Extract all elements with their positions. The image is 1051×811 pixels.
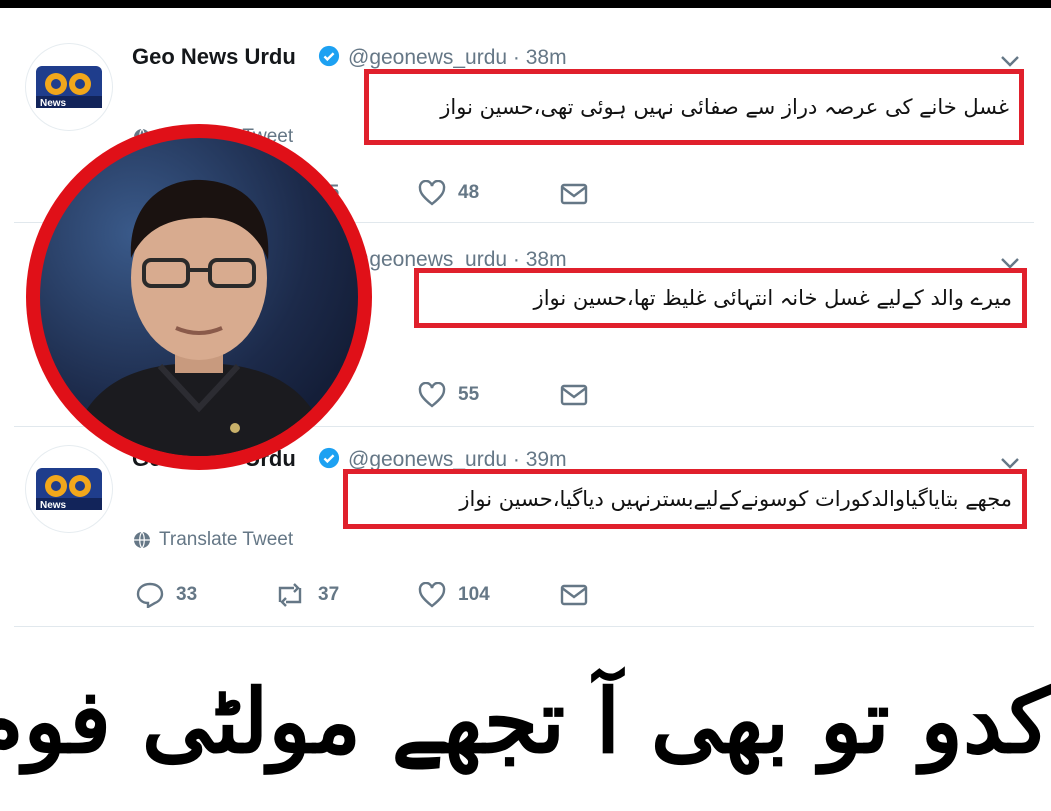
svg-text:News: News — [40, 98, 67, 108]
account-name[interactable]: Geo News Urdu — [132, 44, 296, 70]
heart-icon — [418, 582, 446, 608]
verified-badge-icon — [318, 447, 340, 469]
direct-message-icon[interactable] — [560, 584, 588, 606]
like-count: 48 — [458, 182, 480, 203]
verified-badge-icon — [318, 45, 340, 67]
direct-message-icon[interactable] — [560, 183, 588, 205]
chevron-down-icon[interactable] — [1000, 456, 1020, 470]
heart-icon — [418, 382, 446, 408]
geo-news-logo-icon: News — [36, 66, 102, 108]
reply-button[interactable]: 33 — [136, 582, 197, 608]
like-button[interactable]: 48 — [418, 180, 479, 206]
translate-tweet-link[interactable]: Translate Tweet — [133, 529, 293, 551]
like-count: 55 — [458, 384, 480, 405]
avatar[interactable]: News — [26, 446, 112, 532]
like-button[interactable]: 55 — [418, 382, 479, 408]
like-count: 104 — [458, 584, 490, 605]
heart-icon — [418, 180, 446, 206]
direct-message-icon[interactable] — [560, 384, 588, 406]
globe-icon — [134, 531, 150, 549]
retweet-button[interactable]: 37 — [274, 582, 339, 608]
handle-timestamp[interactable]: @geonews_urdu · 38m — [348, 46, 567, 70]
avatar[interactable]: News — [26, 44, 112, 130]
retweet-icon — [278, 583, 302, 607]
translate-label: Translate Tweet — [159, 529, 294, 550]
reply-icon — [136, 582, 164, 608]
svg-text:News: News — [40, 500, 67, 510]
tweet-text: میرے والد کےلیے غسل خانہ انتہائی غلیظ تھ… — [414, 268, 1027, 328]
portrait-photo — [40, 138, 358, 456]
reply-count: 33 — [176, 584, 198, 605]
like-button[interactable]: 104 — [418, 582, 490, 608]
top-black-bar — [0, 0, 1051, 8]
urdu-caption: کدو تو بھی آ تجھے مولٹی فوم پہ سُلا ئیں … — [0, 669, 1051, 773]
person-silhouette-icon — [70, 179, 330, 456]
tweet-text: غسل خانے کی عرصہ دراز سے صفائی نہیں ہوئی… — [364, 69, 1024, 145]
chevron-down-icon[interactable] — [1000, 54, 1020, 68]
portrait-photo-circle — [26, 124, 372, 470]
tweet-text: مجھے بتایاگیاوالدکورات کوسونےکےلیےبسترنہ… — [343, 469, 1027, 529]
retweet-count: 37 — [318, 584, 340, 605]
geo-news-logo-icon: News — [36, 468, 102, 510]
